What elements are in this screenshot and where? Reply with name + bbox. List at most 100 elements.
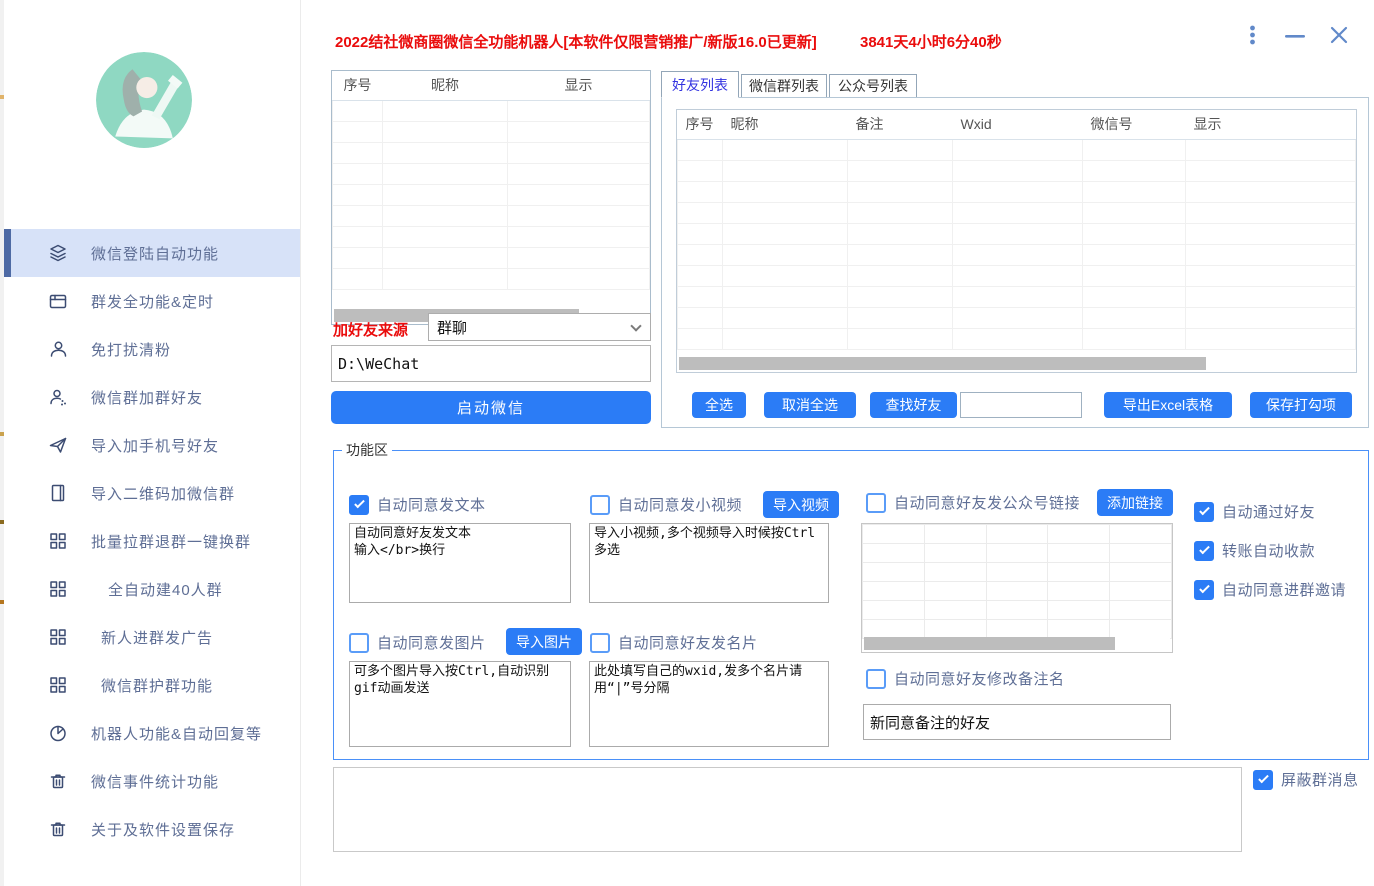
auto-text-checkbox[interactable] [349, 495, 369, 515]
table-row[interactable] [863, 601, 1172, 620]
select-all-button[interactable]: 全选 [692, 392, 746, 418]
table-row[interactable] [678, 328, 1356, 349]
auto-receive-money-label: 转账自动收款 [1222, 540, 1315, 561]
table-row[interactable] [333, 184, 650, 205]
table-body [333, 100, 650, 289]
deselect-all-button[interactable]: 取消全选 [764, 392, 856, 418]
column-header: 备注 [848, 110, 953, 139]
layers-icon [48, 243, 68, 263]
auto-video-textarea[interactable]: 导入小视频,多个视频导入时候按Ctrl多选 [589, 523, 829, 603]
column-header: 昵称 [383, 71, 508, 100]
auto-image-textarea[interactable]: 可多个图片导入按Ctrl,自动识别gif动画发送 [349, 661, 571, 747]
table-row[interactable] [333, 226, 650, 247]
sidebar-item-label: 全自动建40人群 [108, 579, 223, 600]
auto-video-checkbox[interactable] [590, 495, 610, 515]
table-row[interactable] [678, 244, 1356, 265]
table-row[interactable] [678, 223, 1356, 244]
function-area-legend: 功能区 [342, 440, 392, 460]
auto-accept-invite-checkbox[interactable] [1194, 580, 1214, 600]
table-row[interactable] [333, 247, 650, 268]
check-icon [1199, 505, 1210, 516]
table-row[interactable] [863, 582, 1172, 601]
grid-icon [48, 627, 68, 647]
add-friend-source-label: 加好友来源 [333, 319, 408, 340]
table-row[interactable] [678, 286, 1356, 307]
tab-wechat-group-list[interactable]: 微信群列表 [741, 74, 827, 98]
save-checked-button[interactable]: 保存打勾项 [1250, 392, 1352, 418]
sidebar-item-mass-send[interactable]: 群发全功能&定时 [4, 277, 300, 325]
friend-table: 序号 昵称 备注 Wxid 微信号 显示 [676, 109, 1357, 373]
table-row[interactable] [333, 121, 650, 142]
sidebar-item-newcomer-ad[interactable]: 新人进群发广告 [4, 613, 300, 661]
auto-image-row: 自动同意发图片 [349, 632, 486, 653]
sidebar-item-import-phone-friends[interactable]: 导入加手机号好友 [4, 421, 300, 469]
uptime-counter: 3841天4小时6分40秒 [860, 31, 1002, 52]
sidebar-item-wechat-login-auto[interactable]: 微信登陆自动功能 [4, 229, 300, 277]
auto-text-textarea[interactable]: 自动同意好友发文本 输入</br>换行 [349, 523, 571, 603]
scrollbar-thumb[interactable] [679, 357, 1206, 370]
table-row[interactable] [333, 268, 650, 289]
close-button[interactable] [1328, 24, 1350, 46]
auto-pass-friend-label: 自动通过好友 [1222, 501, 1315, 522]
table-row[interactable] [678, 160, 1356, 181]
table-row[interactable] [678, 202, 1356, 223]
sidebar-item-group-guard[interactable]: 微信群护群功能 [4, 661, 300, 709]
auto-pass-friend-row: 自动通过好友 [1194, 501, 1315, 522]
import-video-button[interactable]: 导入视频 [763, 491, 839, 518]
scrollbar-thumb[interactable] [864, 637, 1115, 650]
sidebar-item-label: 群发全功能&定时 [91, 291, 214, 312]
auto-pass-friend-checkbox[interactable] [1194, 502, 1214, 522]
column-header: 显示 [1186, 110, 1356, 139]
sidebar-item-label: 微信群护群功能 [101, 675, 213, 696]
table-row[interactable] [678, 265, 1356, 286]
table-row[interactable] [678, 181, 1356, 202]
auto-remark-checkbox[interactable] [866, 669, 886, 689]
column-header: 微信号 [1083, 110, 1186, 139]
auto-remark-input[interactable] [863, 704, 1171, 740]
auto-card-textarea[interactable]: 此处填写自己的wxid,发多个名片请用“|”号分隔 [589, 661, 829, 747]
sidebar-item-import-qrcode-groups[interactable]: 导入二维码加微信群 [4, 469, 300, 517]
sidebar-item-event-stats[interactable]: 微信事件统计功能 [4, 757, 300, 805]
auto-card-checkbox[interactable] [590, 633, 610, 653]
auto-receive-money-checkbox[interactable] [1194, 541, 1214, 561]
app-title: 2022结社微商圈微信全功能机器人[本软件仅限营销推广/新版16.0已更新] [335, 31, 817, 52]
sidebar-item-group-add-friends[interactable]: 微信群加群好友 [4, 373, 300, 421]
start-wechat-button[interactable]: 启动微信 [331, 391, 651, 424]
sidebar-item-robot-auto-reply[interactable]: 机器人功能&自动回复等 [4, 709, 300, 757]
import-image-button[interactable]: 导入图片 [506, 628, 582, 655]
block-group-msg-label: 屏蔽群消息 [1281, 769, 1359, 790]
window-menu-button[interactable] [1246, 25, 1258, 45]
table-row[interactable] [863, 563, 1172, 582]
find-friend-button[interactable]: 查找好友 [870, 392, 957, 418]
add-link-button[interactable]: 添加链接 [1097, 489, 1173, 516]
sidebar-item-about-settings[interactable]: 关于及软件设置保存 [4, 805, 300, 853]
table-row[interactable] [678, 139, 1356, 160]
tab-friend-list[interactable]: 好友列表 [661, 71, 739, 98]
grid-icon [48, 579, 68, 599]
sidebar-item-auto-build-40-group[interactable]: 全自动建40人群 [4, 565, 300, 613]
wechat-path-input[interactable] [331, 345, 651, 382]
table-row[interactable] [678, 307, 1356, 328]
auto-image-checkbox[interactable] [349, 633, 369, 653]
table-row[interactable] [333, 163, 650, 184]
export-excel-button[interactable]: 导出Excel表格 [1104, 392, 1232, 418]
horizontal-scrollbar[interactable] [679, 357, 1354, 370]
auto-link-checkbox[interactable] [866, 493, 886, 513]
sidebar-item-clean-fans[interactable]: 免打扰清粉 [4, 325, 300, 373]
table-row[interactable] [863, 544, 1172, 563]
table-row[interactable] [863, 525, 1172, 544]
block-group-msg-checkbox[interactable] [1253, 770, 1273, 790]
sidebar-item-label: 批量拉群退群一键换群 [91, 531, 251, 552]
table-row[interactable] [863, 620, 1172, 639]
horizontal-scrollbar[interactable] [864, 637, 1170, 650]
table-row[interactable] [333, 142, 650, 163]
find-friend-input[interactable] [960, 392, 1082, 418]
table-row[interactable] [333, 100, 650, 121]
tab-official-account-list[interactable]: 公众号列表 [829, 74, 917, 98]
grid-icon [48, 675, 68, 695]
auto-link-row: 自动同意好友发公众号链接 [866, 492, 1080, 513]
add-friend-source-select[interactable]: 群聊 [428, 313, 651, 341]
minimize-button[interactable] [1285, 33, 1305, 39]
sidebar-item-batch-group-switch[interactable]: 批量拉群退群一键换群 [4, 517, 300, 565]
table-row[interactable] [333, 205, 650, 226]
